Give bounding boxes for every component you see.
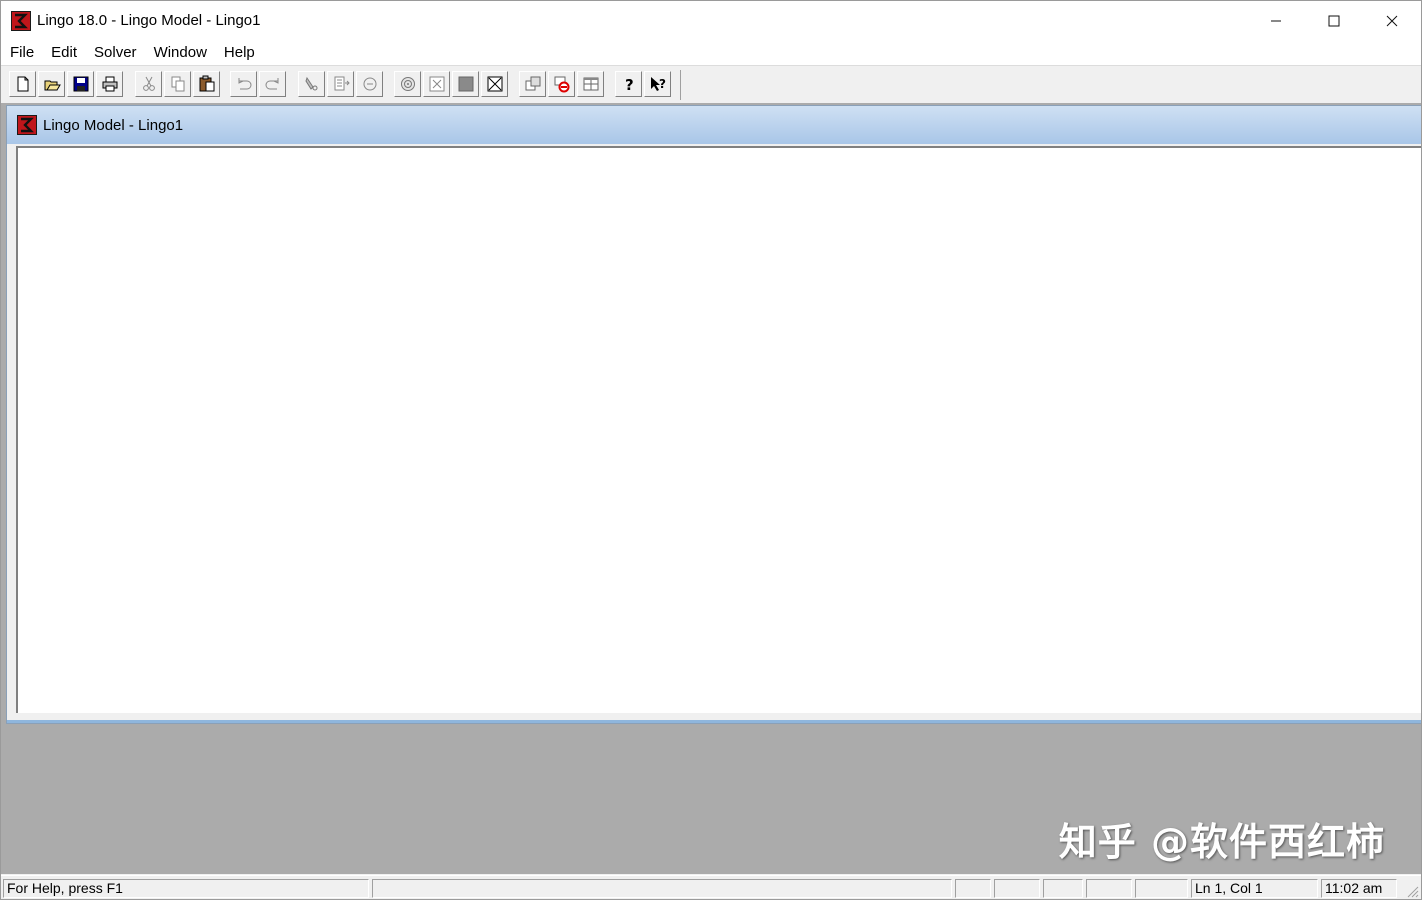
new-file-icon [17,76,28,92]
undo-icon [238,78,251,90]
status-pane-blank-4 [1043,879,1083,898]
status-pane-blank-1 [372,879,952,898]
find-icon [304,76,317,91]
toolbar-group-undo [230,71,288,99]
find-button[interactable] [298,71,325,97]
model-window: Lingo Model - Lingo1 [6,105,1421,724]
minimize-button[interactable] [1247,1,1305,40]
menu-edit[interactable]: Edit [42,44,85,61]
match-parenthesis-icon [363,77,376,91]
help-topics-button[interactable]: ? [615,71,642,97]
new-button[interactable] [9,71,36,97]
model-editor[interactable] [16,146,1421,713]
redo-icon [265,78,278,90]
caption-buttons [1247,1,1421,40]
copy-button[interactable] [164,71,191,97]
menu-file[interactable]: File [1,44,42,61]
options-button[interactable] [548,71,575,97]
svg-text:?: ? [659,77,666,91]
save-icon [73,76,88,92]
lingo-app-icon [11,10,31,31]
lingo-model-icon [17,115,37,135]
maximize-icon [1328,15,1340,26]
close-window-button[interactable] [481,71,508,97]
undo-button[interactable] [230,71,257,97]
lingo-main-window: Lingo 18.0 - Lingo Model - Lingo1 File E… [0,0,1422,900]
menu-window[interactable]: Window [145,44,215,61]
close-window-icon [487,76,502,92]
cut-button[interactable] [135,71,162,97]
close-all-icon [458,76,473,92]
minimize-icon [1271,20,1281,21]
toolbar-group-solver [394,71,510,99]
go-to-line-button[interactable] [327,71,354,97]
tile-button[interactable] [577,71,604,97]
status-pane-blank-5 [1086,879,1132,898]
toolbar-group-file [9,71,125,99]
solve-icon [400,77,415,91]
menu-help[interactable]: Help [215,44,263,61]
print-button[interactable] [96,71,123,97]
context-help-button[interactable]: ? [644,71,671,97]
toolbar-group-help: ? ? [615,71,673,99]
tile-icon [583,77,598,91]
options-icon [554,76,569,93]
maximize-button[interactable] [1305,1,1363,40]
open-file-icon [44,80,61,91]
close-button[interactable] [1363,1,1421,40]
close-all-button[interactable] [452,71,479,97]
open-button[interactable] [38,71,65,97]
resize-grip-icon[interactable] [1405,884,1419,898]
save-button[interactable] [67,71,94,97]
status-help-text: For Help, press F1 [3,879,369,898]
status-clock: 11:02 am [1321,879,1397,898]
toolbar-group-clipboard [135,71,222,99]
status-bar: For Help, press F1 Ln 1, Col 1 11:02 am [1,875,1421,899]
close-icon [1386,15,1398,26]
watermark-text: 知乎 @软件西红柿 [1058,820,1385,864]
context-help-icon: ? [650,77,666,91]
send-to-back-button[interactable] [519,71,546,97]
solve-button[interactable] [394,71,421,97]
copy-icon [171,76,184,92]
print-icon [102,76,117,92]
toolbar-group-find [298,71,385,99]
status-pane-blank-2 [955,879,991,898]
status-pane-blank-6 [1135,879,1188,898]
mdi-client-area: Lingo Model - Lingo1 知乎 @软件西红柿 [1,103,1421,874]
status-pane-blank-3 [994,879,1040,898]
model-window-title-bar[interactable]: Lingo Model - Lingo1 [7,106,1421,144]
paste-icon [199,75,214,92]
cut-icon [142,76,155,91]
status-cursor-position: Ln 1, Col 1 [1191,879,1318,898]
help-topics-icon: ? [625,76,634,93]
toolbar-end-separator [680,70,681,100]
paste-button[interactable] [193,71,220,97]
model-window-bottom-border [7,720,1421,723]
model-window-title: Lingo Model - Lingo1 [43,116,184,134]
redo-button[interactable] [259,71,286,97]
title-bar[interactable]: Lingo 18.0 - Lingo Model - Lingo1 [1,1,1421,40]
match-parenthesis-button[interactable] [356,71,383,97]
go-to-line-icon [334,76,350,91]
window-title: Lingo 18.0 - Lingo Model - Lingo1 [37,12,261,29]
menu-solver[interactable]: Solver [85,44,145,61]
send-to-back-icon [525,76,540,91]
solution-icon [429,76,444,92]
svg-text:?: ? [625,76,634,93]
toolbar: ? ? [1,66,1421,104]
toolbar-group-window [519,71,606,99]
menu-bar: File Edit Solver Window Help [1,40,1421,66]
solution-button[interactable] [423,71,450,97]
